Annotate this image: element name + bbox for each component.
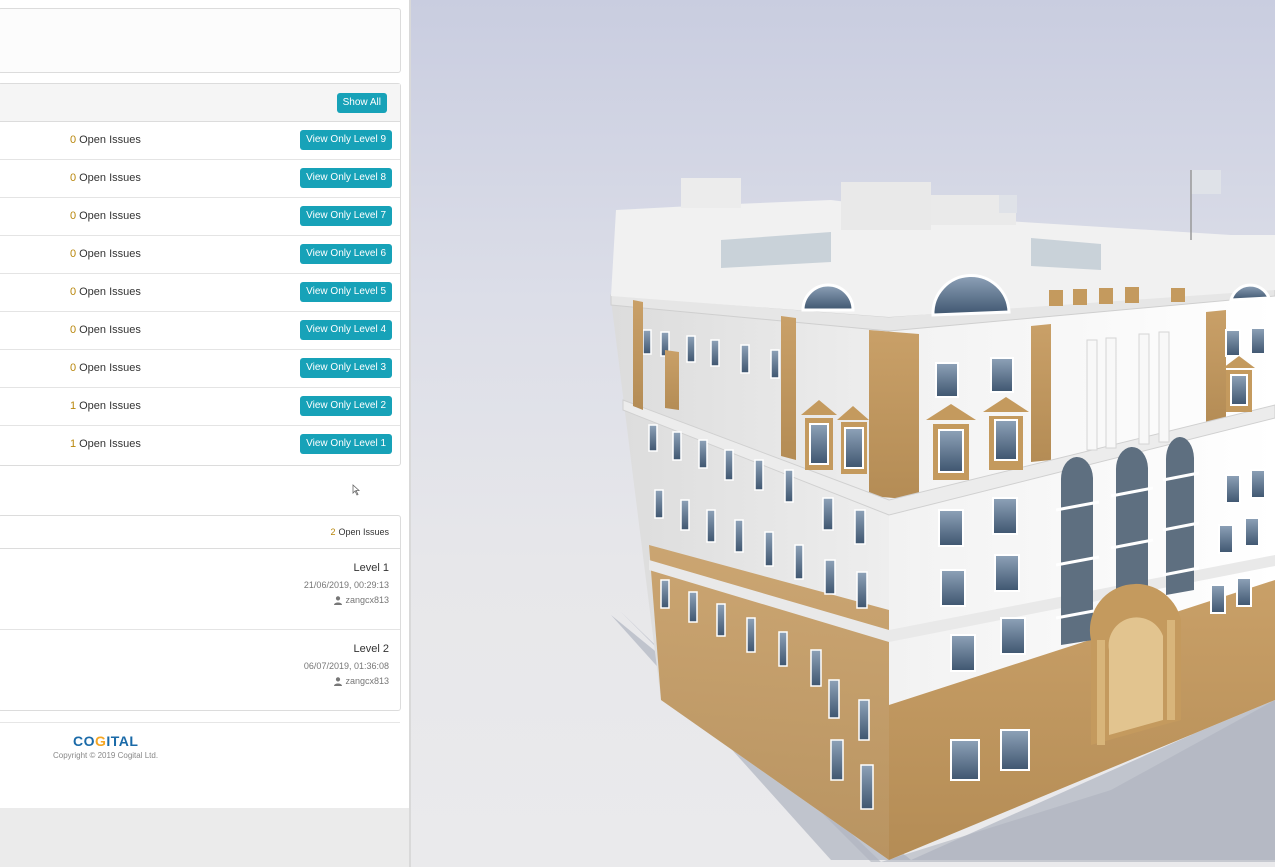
level-issues-count: 0 Open Issues: [70, 134, 141, 146]
view-only-level-1-button[interactable]: View Only Level 1: [300, 434, 392, 454]
level-issues-count: 0 Open Issues: [70, 172, 141, 184]
level-row-2: 1 Open Issues View Only Level 2: [0, 388, 400, 426]
user-icon: [334, 595, 343, 605]
issue-count-number: 0: [70, 248, 77, 260]
level-row-4: 0 Open Issues View Only Level 4: [0, 312, 400, 350]
view-only-level-9-button[interactable]: View Only Level 9: [300, 130, 392, 150]
levels-card-header: Show All: [0, 84, 400, 122]
issue-datetime: 21/06/2019, 00:29:13: [303, 580, 389, 590]
issue-count-label: Open Issues: [79, 210, 141, 222]
issue-author: zangcx813: [334, 595, 389, 605]
view-only-level-7-button[interactable]: View Only Level 7: [300, 206, 392, 226]
level-row-1: 1 Open Issues View Only Level 1: [0, 426, 400, 463]
building-model: [610, 170, 1275, 862]
issue-count-label: Open Issues: [79, 362, 141, 374]
cogital-logo: COGITAL: [73, 733, 139, 749]
issue-datetime: 06/07/2019, 01:36:08: [303, 661, 389, 671]
level-row-7: 0 Open Issues View Only Level 7: [0, 198, 400, 236]
level-issues-count: 0 Open Issues: [70, 248, 141, 260]
issue-count-number: 0: [70, 134, 77, 146]
view-only-level-4-button[interactable]: View Only Level 4: [300, 320, 392, 340]
issue-count-number: 0: [70, 286, 77, 298]
view-only-level-8-button[interactable]: View Only Level 8: [300, 168, 392, 188]
level-issues-count: 1 Open Issues: [70, 438, 141, 450]
issue-count-number: 0: [70, 172, 77, 184]
open-issues-number: 2: [330, 527, 336, 537]
issue-count-label: Open Issues: [79, 400, 141, 412]
levels-card: Show All 0 Open Issues View Only Level 9 …: [0, 83, 401, 466]
3d-model-viewer[interactable]: [411, 0, 1275, 867]
issue-item[interactable]: Level 2 06/07/2019, 01:36:08 zangcx813: [0, 630, 400, 710]
open-issues-label: Open Issues: [338, 527, 389, 537]
issue-level: Level 2: [353, 643, 389, 655]
level-row-6: 0 Open Issues View Only Level 6: [0, 236, 400, 274]
issue-count-label: Open Issues: [79, 324, 141, 336]
level-row-8: 0 Open Issues View Only Level 8: [0, 160, 400, 198]
cursor-icon: [352, 484, 361, 496]
level-issues-count: 0 Open Issues: [70, 362, 141, 374]
level-issues-count: 1 Open Issues: [70, 400, 141, 412]
issue-username: zangcx813: [345, 595, 389, 605]
issues-card-header: 2 Open Issues: [0, 516, 400, 549]
open-issues-total: 2 Open Issues: [330, 527, 389, 537]
issue-item[interactable]: Level 1 21/06/2019, 00:29:13 zangcx813: [0, 549, 400, 630]
issues-card: 2 Open Issues Level 1 21/06/2019, 00:29:1…: [0, 515, 401, 711]
issue-count-label: Open Issues: [79, 286, 141, 298]
issue-count-label: Open Issues: [79, 134, 141, 146]
user-icon: [334, 676, 343, 686]
view-only-level-2-button[interactable]: View Only Level 2: [300, 396, 392, 416]
issue-count-number: 0: [70, 362, 77, 374]
info-card: [0, 8, 401, 73]
level-row-9: 0 Open Issues View Only Level 9: [0, 122, 400, 160]
issue-level: Level 1: [353, 562, 389, 574]
show-all-button[interactable]: Show All: [336, 93, 387, 113]
issue-count-number: 1: [70, 400, 77, 412]
footer-divider: [0, 722, 400, 723]
issue-count-label: Open Issues: [79, 172, 141, 184]
side-panel: Show All 0 Open Issues View Only Level 9 …: [0, 0, 410, 808]
issue-author: zangcx813: [334, 676, 389, 686]
issue-count-label: Open Issues: [79, 248, 141, 260]
issue-count-number: 1: [70, 438, 77, 450]
issue-username: zangcx813: [345, 676, 389, 686]
issue-count-number: 0: [70, 324, 77, 336]
level-row-3: 0 Open Issues View Only Level 3: [0, 350, 400, 388]
issue-count-label: Open Issues: [79, 438, 141, 450]
copyright-text: Copyright © 2019 Cogital Ltd.: [53, 751, 159, 760]
view-only-level-6-button[interactable]: View Only Level 6: [300, 244, 392, 264]
level-row-5: 0 Open Issues View Only Level 5: [0, 274, 400, 312]
issue-count-number: 0: [70, 210, 77, 222]
view-only-level-3-button[interactable]: View Only Level 3: [300, 358, 392, 378]
level-issues-count: 0 Open Issues: [70, 286, 141, 298]
level-issues-count: 0 Open Issues: [70, 324, 141, 336]
level-issues-count: 0 Open Issues: [70, 210, 141, 222]
view-only-level-5-button[interactable]: View Only Level 5: [300, 282, 392, 302]
